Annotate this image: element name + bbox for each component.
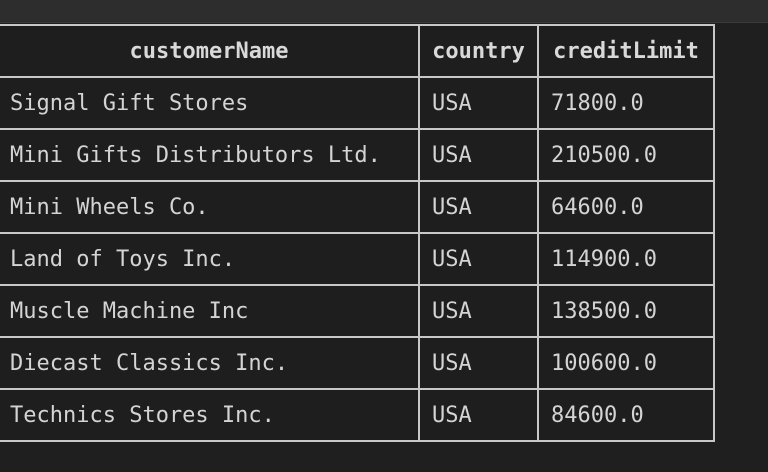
cell-country: USA [418, 284, 539, 338]
cell-credit-limit: 84600.0 [537, 388, 715, 442]
cell-customer-name: Technics Stores Inc. [0, 388, 420, 442]
table-row: Mini Wheels Co. USA 64600.0 [0, 180, 715, 234]
result-table-container: customerName country creditLimit Signal … [0, 24, 715, 442]
cell-credit-limit: 210500.0 [537, 128, 715, 182]
table-row: Technics Stores Inc. USA 84600.0 [0, 388, 715, 442]
window-top-bar [0, 0, 768, 23]
table-row: Muscle Machine Inc USA 138500.0 [0, 284, 715, 338]
column-header-creditlimit: creditLimit [537, 24, 715, 78]
table-header-row: customerName country creditLimit [0, 24, 715, 78]
cell-credit-limit: 138500.0 [537, 284, 715, 338]
column-header-customername: customerName [0, 24, 420, 78]
column-header-country: country [418, 24, 539, 78]
result-table: customerName country creditLimit Signal … [0, 24, 715, 442]
cell-customer-name: Mini Wheels Co. [0, 180, 420, 234]
cell-customer-name: Land of Toys Inc. [0, 232, 420, 286]
cell-customer-name: Muscle Machine Inc [0, 284, 420, 338]
table-row: Signal Gift Stores USA 71800.0 [0, 76, 715, 130]
cell-credit-limit: 100600.0 [537, 336, 715, 390]
table-row: Land of Toys Inc. USA 114900.0 [0, 232, 715, 286]
cell-country: USA [418, 128, 539, 182]
cell-country: USA [418, 232, 539, 286]
cell-customer-name: Signal Gift Stores [0, 76, 420, 130]
cell-country: USA [418, 388, 539, 442]
cell-credit-limit: 71800.0 [537, 76, 715, 130]
cell-country: USA [418, 76, 539, 130]
cell-credit-limit: 114900.0 [537, 232, 715, 286]
cell-country: USA [418, 336, 539, 390]
cell-country: USA [418, 180, 539, 234]
cell-customer-name: Mini Gifts Distributors Ltd. [0, 128, 420, 182]
table-row: Mini Gifts Distributors Ltd. USA 210500.… [0, 128, 715, 182]
cell-credit-limit: 64600.0 [537, 180, 715, 234]
table-row: Diecast Classics Inc. USA 100600.0 [0, 336, 715, 390]
cell-customer-name: Diecast Classics Inc. [0, 336, 420, 390]
